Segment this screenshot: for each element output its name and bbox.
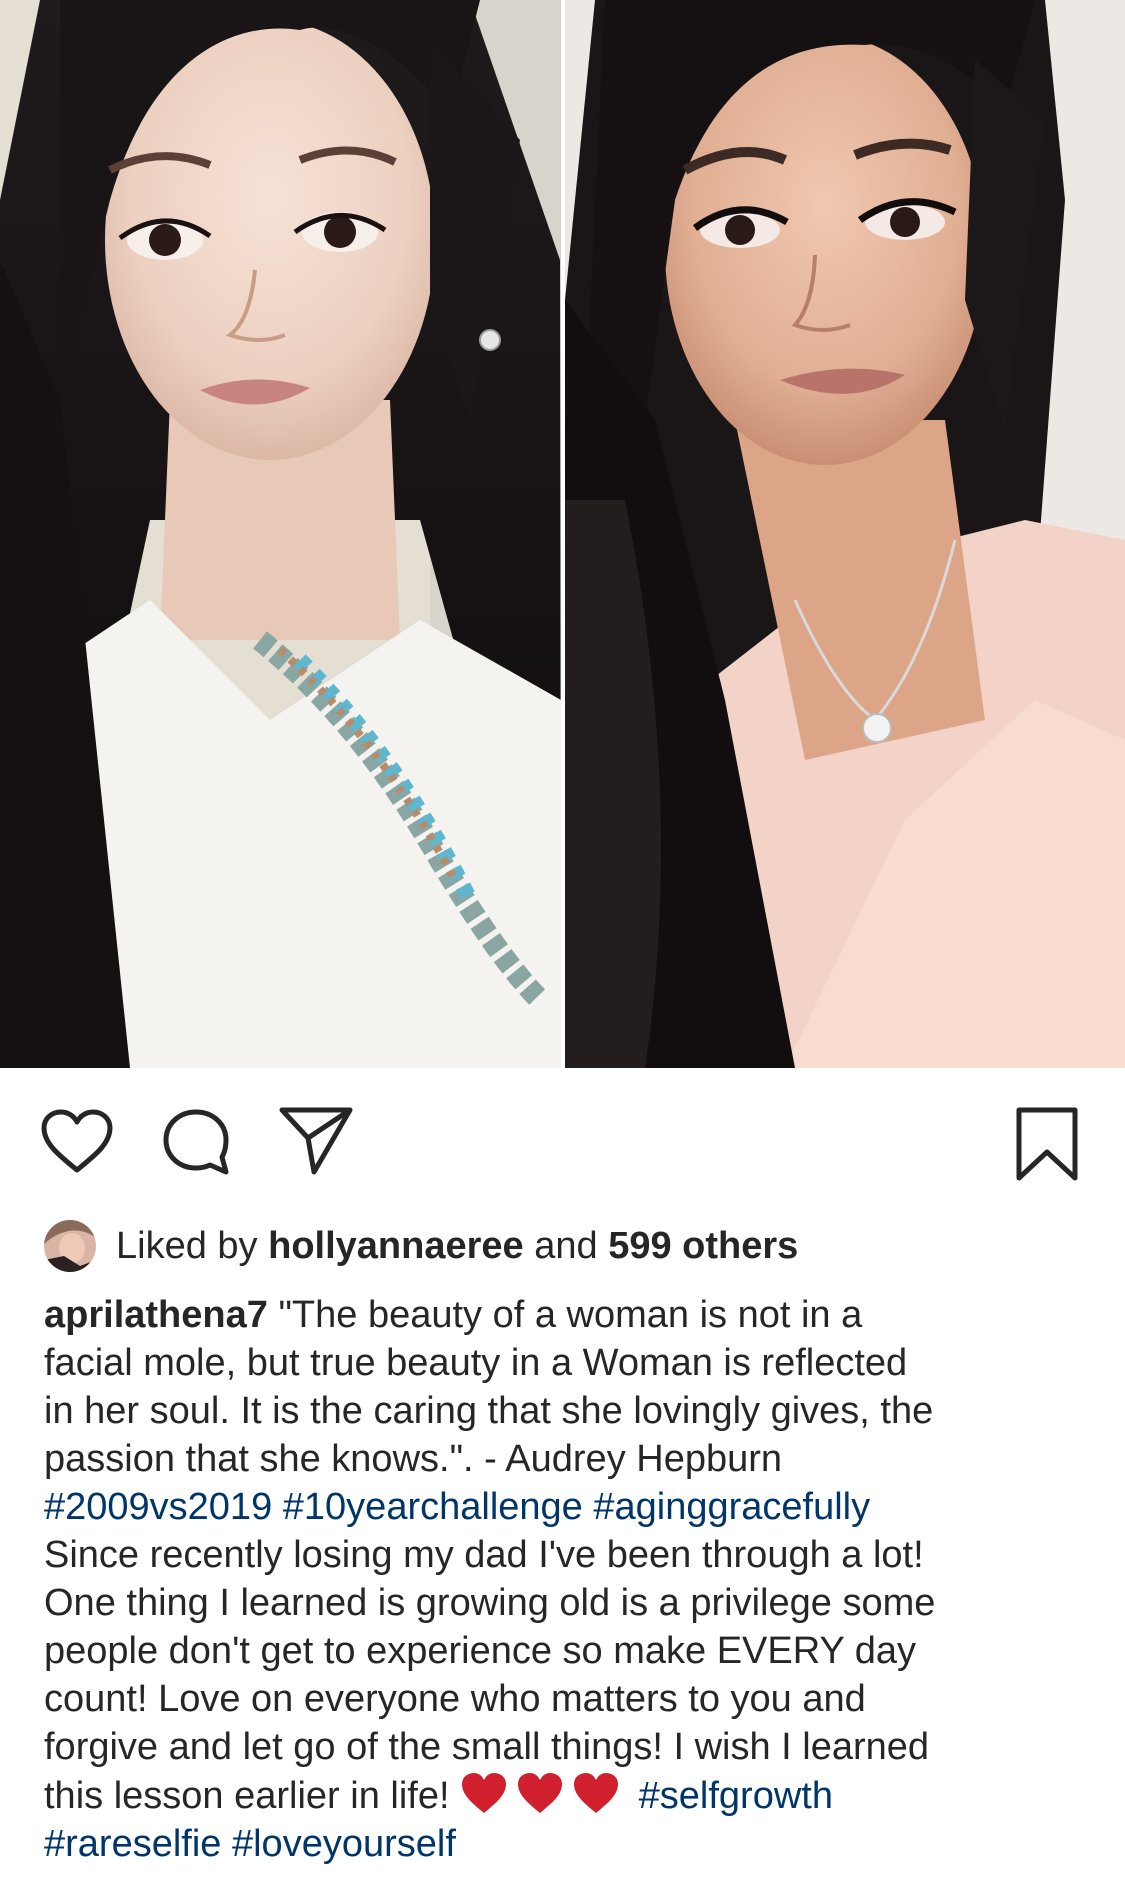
emoji-hearts <box>460 1773 628 1817</box>
caption-body-6: this lesson earlier in life! <box>44 1775 450 1817</box>
post-caption: aprilathena7 "The beauty of a woman is n… <box>44 1291 1084 1868</box>
caption-body-3: people don't get to experience so make E… <box>44 1630 916 1672</box>
caption-quote-1: "The beauty of a woman is not in a <box>278 1294 863 1336</box>
caption-line-1: aprilathena7 "The beauty of a woman is n… <box>44 1291 1084 1339</box>
hashtag-link[interactable]: #selfgrowth <box>639 1775 833 1817</box>
hashtag-link[interactable]: #2009vs2019 <box>44 1486 272 1528</box>
hashtag-link[interactable]: #loveyourself <box>232 1823 456 1865</box>
likes-count[interactable]: 599 others <box>608 1225 798 1267</box>
liker-avatar[interactable] <box>44 1220 96 1272</box>
post-photo[interactable] <box>0 0 1125 1068</box>
red-heart-emoji-icon <box>574 1773 619 1813</box>
liker-username[interactable]: hollyannaeree <box>268 1225 524 1267</box>
red-heart-emoji-icon <box>462 1773 507 1813</box>
photo-left-illustration <box>0 0 561 1068</box>
hashtag-link[interactable]: #rareselfie <box>44 1823 221 1865</box>
likes-conjunction: and <box>534 1225 598 1267</box>
photo-left-2009 <box>0 0 561 1068</box>
hashtag-link[interactable]: #10yearchallenge <box>283 1486 583 1528</box>
likes-summary: Liked by hollyannaeree and 599 others <box>116 1218 798 1274</box>
caption-username[interactable]: aprilathena7 <box>44 1294 268 1336</box>
heart-outline-icon[interactable] <box>40 1108 114 1174</box>
hashtag-link[interactable]: #aginggracefully <box>593 1486 870 1528</box>
likes-row[interactable]: Liked by hollyannaeree and 599 others <box>44 1218 798 1274</box>
caption-body-6-row: this lesson earlier in life! #selfgrowth <box>44 1771 1084 1820</box>
caption-quote-4: passion that she knows.". - Audrey Hepbu… <box>44 1438 783 1480</box>
photo-right-illustration <box>565 0 1125 1068</box>
caption-body-5: forgive and let go of the small things! … <box>44 1726 930 1768</box>
caption-body-4: count! Love on everyone who matters to y… <box>44 1678 866 1720</box>
caption-hashtags-row-2: #rareselfie #loveyourself <box>44 1820 1084 1868</box>
likes-prefix: Liked by <box>116 1225 258 1267</box>
caption-quote-3: in her soul. It is the caring that she l… <box>44 1390 934 1432</box>
caption-body-1: Since recently losing my dad I've been t… <box>44 1534 924 1576</box>
red-heart-emoji-icon <box>518 1773 563 1813</box>
paper-plane-icon[interactable] <box>278 1104 354 1176</box>
avatar-image <box>44 1220 96 1272</box>
photo-right-2019 <box>565 0 1125 1068</box>
bookmark-icon[interactable] <box>1014 1106 1080 1182</box>
caption-hashtags-row-1: #2009vs2019 #10yearchallenge #aginggrace… <box>44 1483 1084 1531</box>
comment-bubble-icon[interactable] <box>160 1106 232 1178</box>
caption-quote-2: facial mole, but true beauty in a Woman … <box>44 1342 908 1384</box>
caption-body-2: One thing I learned is growing old is a … <box>44 1582 936 1624</box>
